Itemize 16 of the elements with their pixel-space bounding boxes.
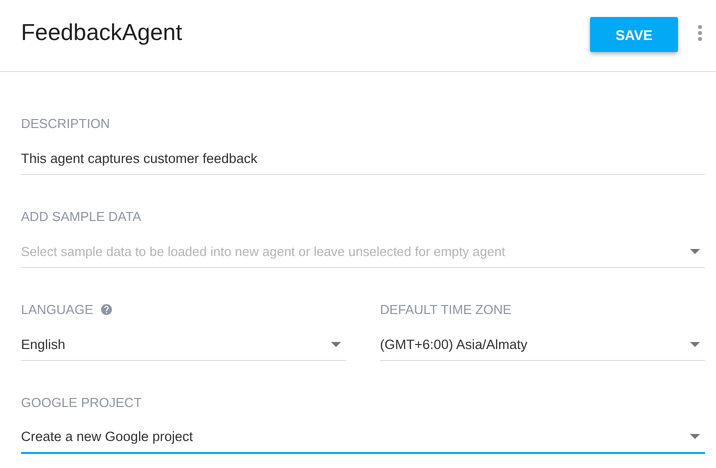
select-field[interactable]: Create a new Google project — [21, 421, 705, 454]
input-field[interactable]: This agent captures customer feedback — [21, 142, 705, 175]
dropdown-caret-icon — [331, 342, 341, 346]
dropdown-caret-icon — [690, 434, 700, 439]
agent-title: FeedbackAgent — [21, 19, 184, 46]
help-icon[interactable] — [100, 302, 114, 316]
dropdown-caret-icon — [690, 342, 700, 346]
field-label: ADD SAMPLE DATA — [21, 208, 142, 224]
field-label: DESCRIPTION — [21, 116, 110, 130]
field-label: DEFAULT TIME ZONE — [380, 302, 512, 316]
dropdown-caret-icon — [690, 248, 700, 254]
field-label: LANGUAGE — [21, 302, 94, 316]
field-label: GOOGLE PROJECT — [21, 394, 142, 410]
select-field[interactable]: (GMT+6:00) Asia/Almaty — [380, 328, 705, 361]
select-field[interactable]: English — [21, 328, 346, 361]
more-options-icon[interactable] — [698, 24, 702, 40]
